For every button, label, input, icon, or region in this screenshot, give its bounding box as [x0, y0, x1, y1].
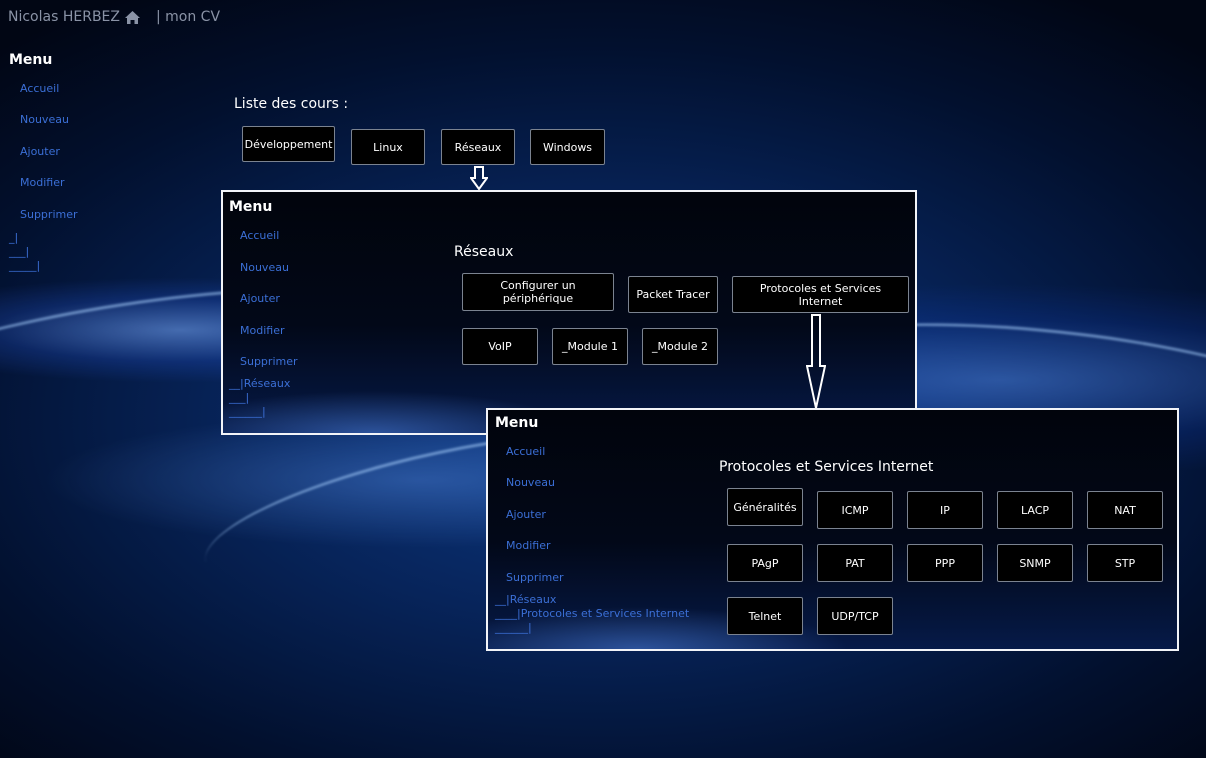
breadcrumb-level[interactable]: ___|	[229, 391, 290, 405]
main-menu-item-supprimer[interactable]: Supprimer	[20, 208, 78, 221]
panel2-menu-item-ajouter[interactable]: Ajouter	[506, 508, 546, 521]
main-menu-item-nouveau[interactable]: Nouveau	[20, 113, 69, 126]
breadcrumb-level[interactable]: ______|	[229, 405, 290, 419]
button-telnet[interactable]: Telnet	[727, 597, 803, 635]
panel1-menu-item-modifier[interactable]: Modifier	[240, 324, 284, 337]
course-button-reseaux[interactable]: Réseaux	[441, 129, 515, 165]
button-configurer-peripherique[interactable]: Configurer un périphérique	[462, 273, 614, 311]
breadcrumb-level[interactable]: ______|	[495, 621, 689, 635]
arrow-down-icon	[470, 166, 488, 190]
button-snmp[interactable]: SNMP	[997, 544, 1073, 582]
home-icon[interactable]	[124, 10, 140, 24]
panel1-heading: Réseaux	[454, 244, 514, 260]
course-list-heading: Liste des cours :	[234, 96, 349, 112]
panel2-breadcrumb: __|Réseaux ____|Protocoles et Services I…	[495, 593, 689, 635]
main-menu-item-accueil[interactable]: Accueil	[20, 82, 59, 95]
panel2-menu-item-modifier[interactable]: Modifier	[506, 539, 550, 552]
button-module-1[interactable]: _Module 1	[552, 328, 628, 365]
panel2-menu-item-supprimer[interactable]: Supprimer	[506, 571, 564, 584]
panel1-menu-item-ajouter[interactable]: Ajouter	[240, 292, 280, 305]
button-icmp[interactable]: ICMP	[817, 491, 893, 529]
panel1-breadcrumb: __|Réseaux ___| ______|	[229, 377, 290, 419]
protocoles-panel: Menu Accueil Nouveau Ajouter Modifier Su…	[486, 408, 1179, 651]
cv-link[interactable]: | mon CV	[156, 9, 220, 25]
main-menu-item-ajouter[interactable]: Ajouter	[20, 145, 60, 158]
panel2-heading: Protocoles et Services Internet	[719, 459, 934, 475]
button-nat[interactable]: NAT	[1087, 491, 1163, 529]
main-menu-title: Menu	[9, 52, 53, 68]
breadcrumb-level[interactable]: _|	[9, 231, 40, 245]
panel1-menu-item-supprimer[interactable]: Supprimer	[240, 355, 298, 368]
panel1-menu-item-accueil[interactable]: Accueil	[240, 229, 279, 242]
breadcrumb-level[interactable]: __|Réseaux	[495, 593, 689, 607]
button-module-2[interactable]: _Module 2	[642, 328, 718, 365]
panel2-menu-title: Menu	[495, 415, 539, 431]
button-packet-tracer[interactable]: Packet Tracer	[628, 276, 718, 313]
breadcrumb: _| ___| _____|	[9, 231, 40, 273]
course-button-developpement[interactable]: Développement	[242, 126, 335, 162]
button-stp[interactable]: STP	[1087, 544, 1163, 582]
button-lacp[interactable]: LACP	[997, 491, 1073, 529]
button-pat[interactable]: PAT	[817, 544, 893, 582]
owner-link[interactable]: Nicolas HERBEZ	[8, 9, 120, 25]
main-menu-item-modifier[interactable]: Modifier	[20, 176, 64, 189]
top-bar: Nicolas HERBEZ | mon CV	[8, 9, 220, 25]
button-voip[interactable]: VoIP	[462, 328, 538, 365]
breadcrumb-level[interactable]: __|Réseaux	[229, 377, 290, 391]
breadcrumb-level[interactable]: _____|	[9, 259, 40, 273]
button-protocoles-services[interactable]: Protocoles et Services Internet	[732, 276, 909, 313]
course-button-linux[interactable]: Linux	[351, 129, 425, 165]
panel2-menu-item-nouveau[interactable]: Nouveau	[506, 476, 555, 489]
panel2-menu-item-accueil[interactable]: Accueil	[506, 445, 545, 458]
button-udp-tcp[interactable]: UDP/TCP	[817, 597, 893, 635]
arrow-down-icon	[806, 314, 826, 409]
button-generalites[interactable]: Généralités	[727, 488, 803, 526]
course-button-windows[interactable]: Windows	[530, 129, 605, 165]
breadcrumb-level[interactable]: ___|	[9, 245, 40, 259]
breadcrumb-level[interactable]: ____|Protocoles et Services Internet	[495, 607, 689, 621]
button-ip[interactable]: IP	[907, 491, 983, 529]
panel1-menu-item-nouveau[interactable]: Nouveau	[240, 261, 289, 274]
panel1-menu-title: Menu	[229, 199, 273, 215]
button-pagp[interactable]: PAgP	[727, 544, 803, 582]
button-ppp[interactable]: PPP	[907, 544, 983, 582]
